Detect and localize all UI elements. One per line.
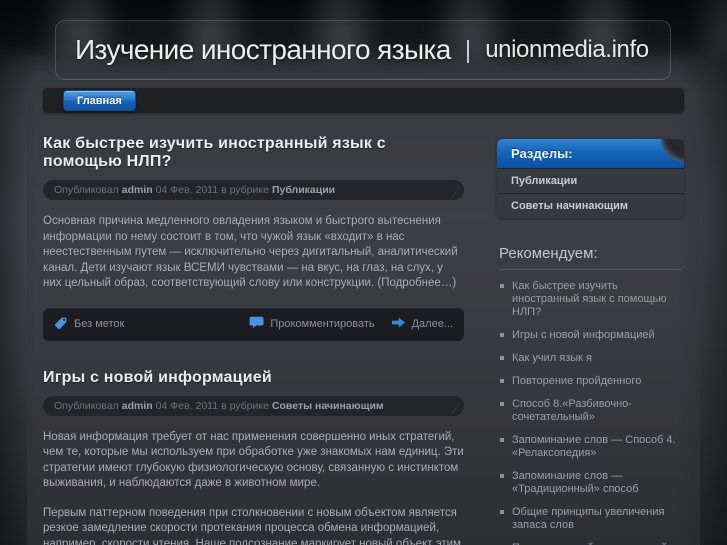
post-1-title[interactable]: Как быстрее изучить иностранный язык с п… [43, 135, 464, 171]
list-item: Способ 8.«Разбивочно-сочетательный» [499, 398, 684, 424]
read-more-inline-link[interactable]: (Подробнее…) [377, 277, 456, 289]
post-1-paragraph: Основная причина медленного овладения яз… [43, 214, 464, 292]
sidebar: Разделы: Публикации Советы начинающим Ре… [497, 122, 684, 545]
site-title: Изучение иностранного языка [75, 34, 451, 65]
list-item: Запоминание слов — «Традиционный» способ [499, 470, 684, 496]
author-link[interactable]: admin [122, 400, 153, 412]
rubric-label: в рубрике [221, 184, 269, 196]
tag-icon [54, 316, 68, 333]
columns: Как быстрее изучить иностранный язык с п… [43, 122, 684, 545]
sections-widget-header: Разделы: [497, 139, 684, 168]
recommend-link[interactable]: Запоминание слов — Способ 4. «Релаксопед… [512, 434, 676, 459]
published-label: Опубликовал [54, 184, 119, 196]
list-item: Общие принципы увеличения запаса слов [499, 506, 684, 532]
recommend-link[interactable]: Игры с новой информацией [512, 329, 655, 341]
main-nav: Главная [43, 88, 684, 113]
list-item: Как быстрее изучить иностранный язык с п… [499, 280, 684, 319]
read-more-link[interactable]: Далее... [391, 316, 453, 332]
post-1: Как быстрее изучить иностранный язык с п… [43, 135, 464, 341]
recommend-list: Как быстрее изучить иностранный язык с п… [497, 280, 684, 545]
recommend-heading: Рекомендуем: [499, 245, 682, 270]
tags-link[interactable]: Без меток [54, 316, 124, 333]
category-link[interactable]: Советы начинающим [272, 400, 384, 412]
content-panel: Главная Как быстрее изучить иностранный … [27, 85, 700, 545]
list-item: Как учил язык я [499, 352, 684, 365]
post-2-title[interactable]: Игры с новой информацией [43, 369, 464, 387]
site-domain: unionmedia.info [485, 36, 649, 63]
sections-title: Разделы: [511, 146, 573, 161]
site-header: Изучение иностранного языка | unionmedia… [55, 20, 671, 80]
recommend-link[interactable]: Как учил язык я [512, 352, 592, 364]
read-more-label: Далее... [411, 318, 453, 330]
site-title-link[interactable]: Изучение иностранного языка | unionmedia… [75, 34, 649, 66]
comment-label: Прокомментировать [270, 318, 375, 330]
title-separator: | [464, 35, 472, 64]
comment-link[interactable]: Прокомментировать [249, 316, 375, 332]
page-background: Изучение иностранного языка | unionmedia… [0, 0, 727, 545]
sidebar-item-sovety[interactable]: Советы начинающим [497, 193, 684, 218]
post-1-meta: Опубликовал admin 04 Фев. 2011 в рубрике Пуб… [43, 180, 464, 200]
recommend-link[interactable]: Повторение пройденного [512, 375, 641, 387]
list-item: Запоминание слов — Способ 4. «Релаксопед… [499, 434, 684, 460]
rubric-label: в рубрике [221, 399, 269, 412]
author-link[interactable]: admin [122, 184, 153, 196]
post-2: Игры с новой информацией Опубликовал admi… [43, 369, 464, 545]
posts-column: Как быстрее изучить иностранный язык с п… [43, 122, 464, 545]
post-date: 04 Фев. 2011 [155, 399, 219, 412]
arrow-right-icon [391, 316, 406, 332]
post-1-footer: Без меток Прокомментировать Далее... [43, 307, 464, 341]
post-1-footer-right: Прокомментировать Далее... [249, 316, 453, 332]
tags-label: Без меток [74, 318, 125, 330]
recommend-link[interactable]: Способ 8.«Разбивочно-сочетательный» [512, 398, 632, 423]
published-label: Опубликовал [54, 399, 119, 412]
list-item: Игры с новой информацией [499, 329, 684, 342]
post-2-paragraph-1: Новая информация требует от нас применен… [43, 430, 464, 490]
category-link[interactable]: Публикации [272, 184, 335, 196]
corner-fold-decoration [661, 139, 684, 162]
list-item: Повторение пройденного [499, 375, 684, 388]
post-2-text: Первым паттерном поведения при столкнове… [43, 506, 461, 545]
post-2-paragraph-2: Первым паттерном поведения при столкнове… [43, 506, 464, 545]
sidebar-item-publikacii[interactable]: Публикации [497, 168, 684, 193]
recommend-link[interactable]: Общие принципы увеличения запаса слов [512, 506, 664, 531]
recommend-link[interactable]: Запоминание слов — «Традиционный» способ [512, 470, 639, 495]
post-date: 04 Фев. 2011 [155, 184, 219, 196]
post-2-meta: Опубликовал admin 04 Фев. 2011 в рубрике Сов… [43, 395, 464, 416]
sections-widget: Разделы: Публикации Советы начинающим [497, 139, 684, 218]
nav-home-button[interactable]: Главная [63, 90, 136, 111]
recommend-link[interactable]: Как быстрее изучить иностранный язык с п… [512, 280, 666, 318]
comment-bubble-icon [249, 316, 264, 332]
